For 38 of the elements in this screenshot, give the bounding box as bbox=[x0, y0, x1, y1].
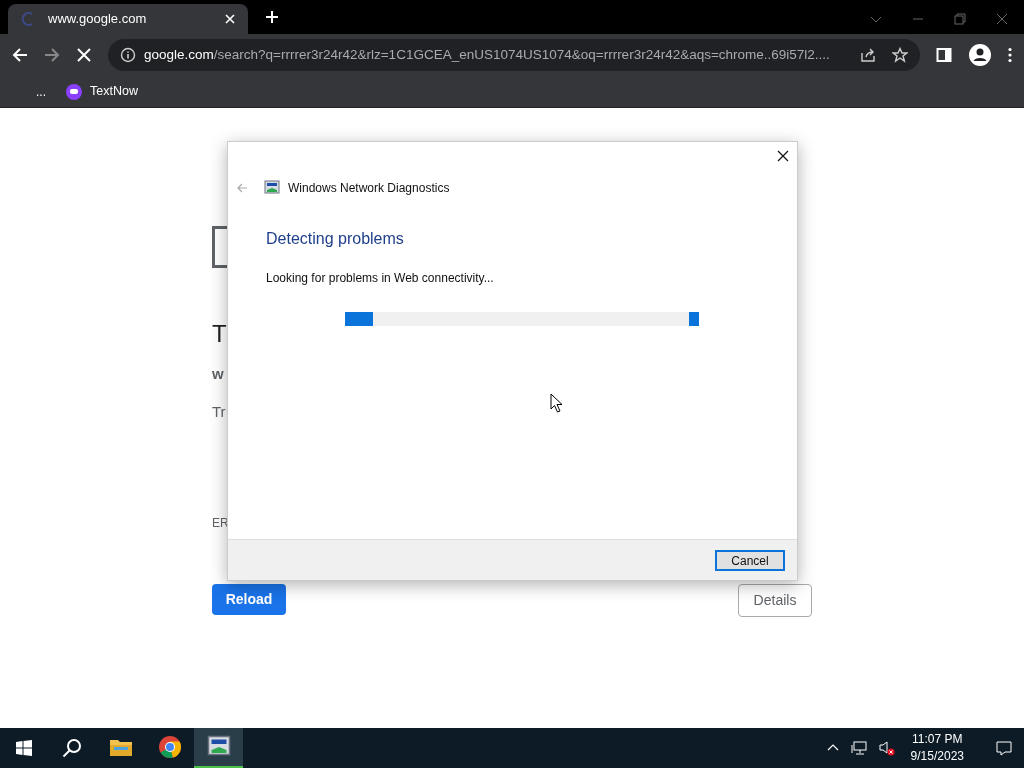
clock-date[interactable]: 9/15/2023 bbox=[910, 748, 964, 765]
site-name: w bbox=[212, 364, 224, 384]
address-bar[interactable]: google.com/search?q=rrrrer3r24r42&rlz=1C1GCEA_enUS1074US1074&oq=rrrrer3r24r42&aqs=chrome..69i57l2.... bbox=[108, 39, 920, 71]
browser-logo-icon[interactable] bbox=[157, 735, 182, 759]
taskbar-app[interactable] bbox=[194, 728, 243, 768]
tab-title: www.google.com bbox=[48, 10, 148, 29]
chat-bubble-icon bbox=[66, 83, 82, 100]
cursor-icon bbox=[550, 393, 563, 413]
clock-time[interactable]: 11:07 PM bbox=[912, 731, 963, 748]
search-icon[interactable] bbox=[62, 738, 82, 758]
dialog-heading: Detecting problems bbox=[266, 229, 405, 249]
details-button[interactable]: Details bbox=[738, 584, 812, 617]
reload-button[interactable]: Reload bbox=[212, 584, 286, 615]
profile-icon[interactable] bbox=[968, 43, 992, 67]
notification-icon[interactable] bbox=[996, 740, 1012, 756]
info-icon bbox=[120, 47, 136, 63]
bookmark-star-icon[interactable] bbox=[892, 47, 908, 63]
windows-start-icon[interactable] bbox=[16, 740, 32, 756]
hint-text: Tr bbox=[212, 402, 226, 422]
folder-icon[interactable] bbox=[108, 737, 133, 757]
network-monitor-icon bbox=[264, 180, 280, 196]
forward-icon[interactable] bbox=[44, 47, 60, 63]
status-text: Looking for problems in Web connectivity... bbox=[266, 270, 495, 287]
share-icon[interactable] bbox=[860, 47, 876, 63]
cancel-button[interactable]: Cancel bbox=[715, 549, 785, 571]
muted-speaker-icon[interactable] bbox=[878, 740, 895, 756]
network-icon[interactable] bbox=[850, 740, 867, 756]
close-icon[interactable] bbox=[777, 150, 789, 162]
bookmarks-overflow[interactable]: ... bbox=[36, 82, 46, 101]
error-heading: T bbox=[212, 319, 227, 349]
dialog-title: Windows Network Diagnostics bbox=[288, 180, 450, 197]
new-tab-icon[interactable] bbox=[264, 9, 280, 25]
browser-tab[interactable]: www.google.com bbox=[8, 4, 248, 34]
stop-icon[interactable] bbox=[76, 47, 92, 63]
more-icon[interactable] bbox=[1008, 47, 1012, 63]
address-text: google.com/search?q=rrrrer3r24r42&rlz=1C1GCEA_enUS1074US1074&oq=rrrrer3r24r42&aqs=chrome..69i57l2.... bbox=[144, 45, 831, 64]
side-panel-icon[interactable] bbox=[936, 47, 952, 63]
bookmark-link[interactable]: TextNow bbox=[90, 82, 138, 101]
